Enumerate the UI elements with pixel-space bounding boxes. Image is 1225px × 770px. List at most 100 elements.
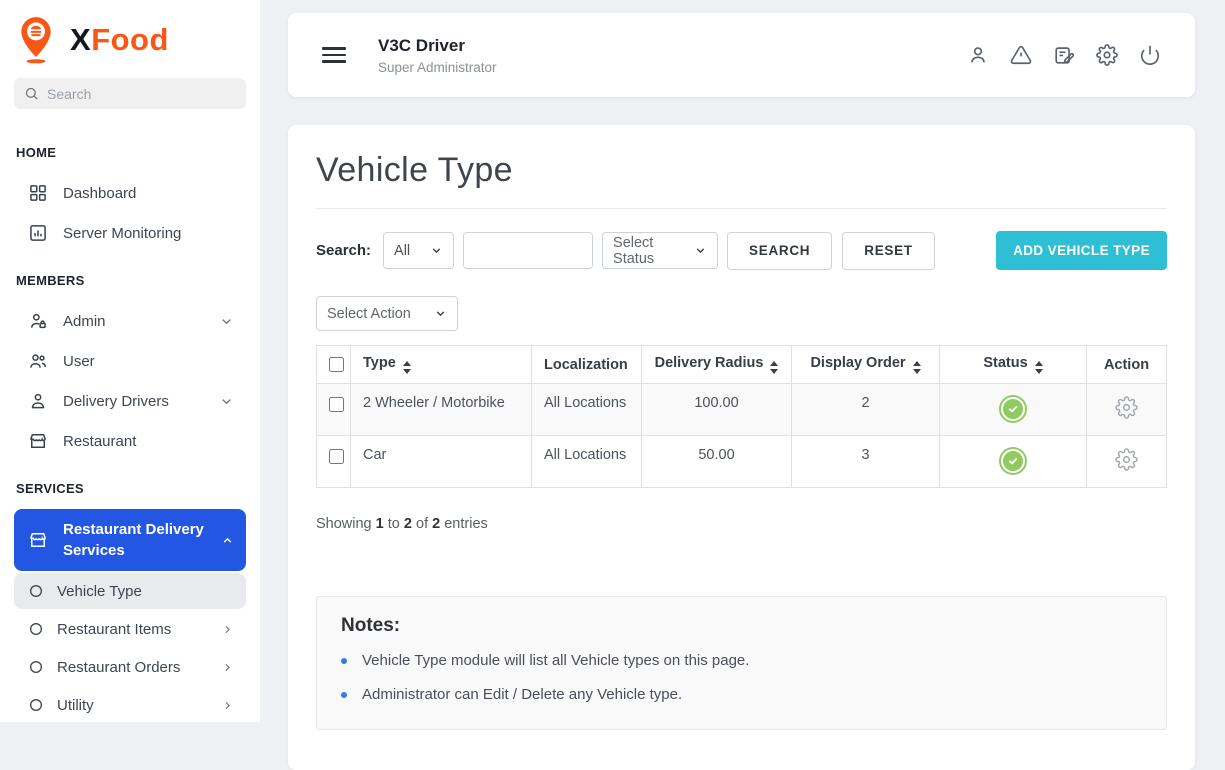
column-label: Delivery Radius xyxy=(655,355,764,371)
alert-triangle-icon[interactable] xyxy=(1008,42,1034,68)
sidebar-item-delivery-drivers[interactable]: Delivery Drivers xyxy=(14,381,246,421)
reset-button[interactable]: RESET xyxy=(842,232,935,270)
bullet-dot-icon xyxy=(341,692,347,698)
column-label: Status xyxy=(983,355,1027,371)
row-checkbox[interactable] xyxy=(329,397,344,412)
search-button[interactable]: SEARCH xyxy=(727,232,832,270)
column-header-delivery-radius[interactable]: Delivery Radius xyxy=(642,346,792,384)
sidebar-item-server-monitoring[interactable]: Server Monitoring xyxy=(14,213,246,253)
bullet-dot-icon xyxy=(341,658,347,664)
sidebar: XFood HOME Dashboard Server Monitoring M… xyxy=(0,0,260,722)
chevron-down-icon xyxy=(219,394,234,409)
cell-type: Car xyxy=(351,436,532,488)
sidebar-search-input[interactable] xyxy=(47,86,236,102)
chevron-down-icon xyxy=(430,244,443,257)
note-text: Administrator can Edit / Delete any Vehi… xyxy=(362,686,682,703)
row-checkbox[interactable] xyxy=(329,449,344,464)
brand-name: XFood xyxy=(70,22,169,58)
sidebar-item-restaurant[interactable]: Restaurant xyxy=(14,421,246,461)
sidebar-item-label: Delivery Drivers xyxy=(63,393,169,410)
bulk-action-value: Select Action xyxy=(327,306,411,322)
cell-delivery-radius: 50.00 xyxy=(642,436,792,488)
user-icon[interactable] xyxy=(965,42,991,68)
map-pin-burger-icon xyxy=(14,14,58,66)
chevron-up-icon xyxy=(221,534,234,547)
column-label: Display Order xyxy=(810,355,905,371)
cell-localization: All Locations xyxy=(532,436,642,488)
sidebar-subitem-restaurant-items[interactable]: Restaurant Items xyxy=(14,611,246,647)
sidebar-search[interactable] xyxy=(14,78,246,109)
notes-panel: Notes: Vehicle Type module will list all… xyxy=(316,596,1167,730)
search-keyword-input[interactable] xyxy=(463,232,593,269)
summary-to: 2 xyxy=(404,516,412,532)
admin-user-lock-icon xyxy=(28,311,48,331)
page-title: Vehicle Type xyxy=(316,151,1167,190)
sidebar-item-label: Restaurant Delivery Services xyxy=(63,519,206,561)
bulk-action-select[interactable]: Select Action xyxy=(316,296,458,331)
column-header-action: Action xyxy=(1087,346,1167,384)
row-settings-gear-icon[interactable] xyxy=(1115,448,1138,471)
filter-row: Search: All Select Status SEARCH RESET A… xyxy=(316,231,1167,270)
chevron-right-icon xyxy=(221,699,234,712)
settings-icon[interactable] xyxy=(1094,42,1120,68)
column-header-type[interactable]: Type xyxy=(351,346,532,384)
cell-display-order: 3 xyxy=(792,436,940,488)
note-text: Vehicle Type module will list all Vehicl… xyxy=(362,652,749,669)
status-filter-select[interactable]: Select Status xyxy=(602,232,718,269)
cell-type: 2 Wheeler / Motorbike xyxy=(351,384,532,436)
sidebar-item-label: Dashboard xyxy=(63,185,136,202)
brand-name-x: X xyxy=(70,22,91,57)
sidebar-item-admin[interactable]: Admin xyxy=(14,301,246,341)
sidebar-subitem-vehicle-type[interactable]: Vehicle Type xyxy=(14,573,246,609)
vehicle-type-table: Type Localization Delivery Radius Displa… xyxy=(316,345,1167,488)
sidebar-subitem-label: Utility xyxy=(57,697,94,714)
note-item: Vehicle Type module will list all Vehicl… xyxy=(341,652,1142,669)
chevron-down-icon xyxy=(219,314,234,329)
column-header-status[interactable]: Status xyxy=(940,346,1087,384)
content-card: Vehicle Type Search: All Select Status S… xyxy=(288,125,1195,770)
driver-person-icon xyxy=(28,391,48,411)
sort-icon[interactable] xyxy=(770,361,778,374)
brand-logo[interactable]: XFood xyxy=(0,0,260,72)
section-home: HOME xyxy=(0,125,260,173)
status-active-icon[interactable] xyxy=(1001,449,1025,473)
status-active-icon[interactable] xyxy=(1001,397,1025,421)
menu-toggle-icon[interactable] xyxy=(320,43,348,67)
app-subtitle: Super Administrator xyxy=(378,60,497,75)
users-group-icon xyxy=(28,351,48,371)
sort-icon[interactable] xyxy=(403,361,411,374)
circle-icon xyxy=(28,583,44,599)
sidebar-item-user[interactable]: User xyxy=(14,341,246,381)
sidebar-subitem-restaurant-orders[interactable]: Restaurant Orders xyxy=(14,649,246,685)
sidebar-item-label: Server Monitoring xyxy=(63,225,181,242)
table-summary: Showing 1 to 2 of 2 entries xyxy=(316,516,1167,532)
sort-icon[interactable] xyxy=(1035,361,1043,374)
select-all-checkbox[interactable] xyxy=(329,357,344,372)
circle-icon xyxy=(28,697,44,713)
monitor-chart-icon xyxy=(28,223,48,243)
add-vehicle-type-button[interactable]: ADD VEHICLE TYPE xyxy=(996,231,1167,270)
sidebar-item-dashboard[interactable]: Dashboard xyxy=(14,173,246,213)
brand-name-food: Food xyxy=(91,22,169,57)
status-filter-value: Select Status xyxy=(613,235,686,267)
sidebar-item-restaurant-delivery-services[interactable]: Restaurant Delivery Services xyxy=(14,509,246,571)
section-services: SERVICES xyxy=(0,461,260,509)
column-label: Action xyxy=(1104,357,1149,373)
power-icon[interactable] xyxy=(1137,42,1163,68)
summary-from: 1 xyxy=(376,516,384,532)
sort-icon[interactable] xyxy=(913,361,921,374)
row-settings-gear-icon[interactable] xyxy=(1115,396,1138,419)
logs-edit-icon[interactable] xyxy=(1051,42,1077,68)
sidebar-item-label: Admin xyxy=(63,313,106,330)
note-item: Administrator can Edit / Delete any Vehi… xyxy=(341,686,1142,703)
app-title-block: V3C Driver Super Administrator xyxy=(378,36,497,75)
sidebar-subitem-label: Restaurant Items xyxy=(57,621,171,638)
sidebar-subitem-utility[interactable]: Utility xyxy=(14,687,246,722)
column-header-localization: Localization xyxy=(532,346,642,384)
search-category-select[interactable]: All xyxy=(383,232,454,269)
table-row: Car All Locations 50.00 3 xyxy=(317,436,1167,488)
app-title: V3C Driver xyxy=(378,36,497,56)
bulk-action-row: Select Action xyxy=(316,296,1167,331)
summary-text: to xyxy=(388,516,400,532)
column-header-display-order[interactable]: Display Order xyxy=(792,346,940,384)
